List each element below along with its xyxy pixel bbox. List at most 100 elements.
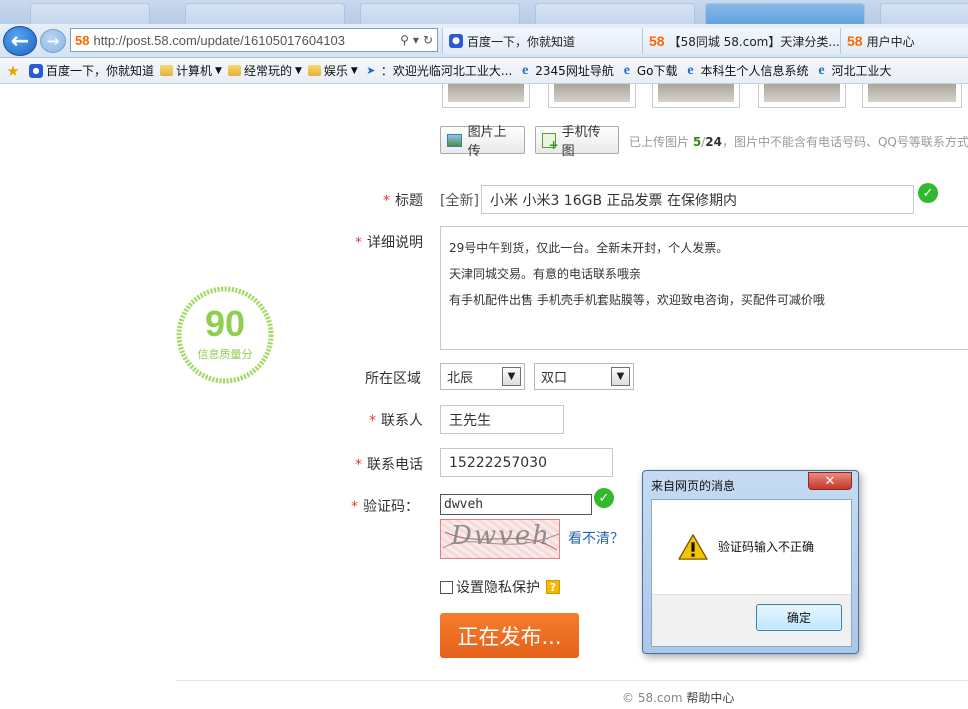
- dialog-title: 来自网页的消息: [651, 479, 736, 493]
- chevron-down-icon[interactable]: ▼: [611, 367, 630, 386]
- phone-add-icon: [542, 132, 558, 152]
- captcha-label-text: 验证码：: [363, 499, 419, 515]
- subarea-select[interactable]: 双口 ▼: [534, 363, 634, 390]
- background-tab[interactable]: [880, 3, 968, 24]
- search-icon[interactable]: ⚲: [400, 33, 409, 47]
- dropdown-caret-icon[interactable]: ▾: [413, 33, 419, 47]
- captcha-label: * 验证码：: [351, 496, 419, 516]
- phone-input[interactable]: 15222257030: [440, 448, 613, 477]
- upload-total: 24: [705, 135, 722, 149]
- favorite-folder[interactable]: 计算机 ▼: [160, 62, 222, 79]
- district-select[interactable]: 北辰 ▼: [440, 363, 525, 390]
- open-tab-label: 用户中心: [866, 34, 915, 49]
- description-line: 29号中午到货，仅此一台。全新未开封，个人发票。: [449, 241, 729, 255]
- folder-icon: [160, 65, 174, 76]
- ie-page-icon: e: [623, 62, 630, 78]
- upload-image-label: 图片上传: [467, 125, 507, 159]
- favorite-item[interactable]: e Go下载: [620, 62, 678, 79]
- help-center-link[interactable]: 帮助中心: [686, 691, 734, 705]
- captcha-image[interactable]: Dwveh: [440, 519, 560, 559]
- back-button[interactable]: ←: [3, 26, 37, 56]
- chevron-down-icon: ▼: [215, 65, 222, 76]
- back-arrow-icon: ←: [10, 28, 30, 54]
- open-tab-label: 【58同城 58.com】天津分类...: [668, 34, 840, 49]
- dialog-body: 验证码输入不正确 确定: [651, 499, 852, 647]
- title-label-text: 标题: [395, 193, 423, 209]
- uploaded-photo-thumbnail[interactable]: [758, 84, 846, 108]
- baidu-paw-icon: ●: [449, 34, 463, 48]
- folder-icon: [227, 65, 241, 76]
- favorite-item[interactable]: e 2345网址导航: [518, 62, 614, 79]
- upload-hint-suffix: ，图片中不能含有电话号码、QQ号等联系方式: [721, 135, 968, 149]
- favorite-label: 2345网址导航: [535, 64, 614, 78]
- uploaded-photo-thumbnail[interactable]: [548, 84, 636, 108]
- favorite-item[interactable]: e 河北工业大: [815, 62, 891, 79]
- required-asterisk: *: [383, 193, 390, 209]
- open-tab-58-tianjin[interactable]: 58 【58同城 58.com】天津分类...: [642, 28, 840, 54]
- contact-label: * 联系人: [369, 410, 423, 430]
- upload-image-button[interactable]: 图片上传: [440, 125, 525, 159]
- help-question-icon[interactable]: ?: [546, 580, 560, 594]
- captcha-noise-lines: [442, 531, 559, 551]
- active-tab[interactable]: [705, 3, 865, 24]
- contact-input[interactable]: 王先生: [440, 405, 564, 434]
- baidu-paw-icon: ●: [29, 63, 43, 78]
- close-button[interactable]: ✕: [808, 472, 852, 490]
- uploaded-photo-thumbnail[interactable]: [652, 84, 740, 108]
- forward-arrow-icon: →: [46, 32, 60, 50]
- required-asterisk: *: [351, 499, 358, 515]
- privacy-checkbox[interactable]: [440, 580, 453, 594]
- chevron-down-icon[interactable]: ▼: [502, 367, 521, 386]
- background-tab[interactable]: [30, 3, 150, 24]
- favorite-item[interactable]: e 本科生个人信息系统: [683, 62, 808, 79]
- description-label-text: 详细说明: [367, 235, 423, 251]
- open-tab-baidu[interactable]: ● 百度一下，你就知道: [442, 28, 642, 54]
- favorite-folder[interactable]: 经常玩的 ▼: [227, 62, 302, 79]
- title-label: * 标题: [383, 190, 423, 210]
- favorites-button[interactable]: ★: [6, 62, 23, 80]
- favorite-item[interactable]: ● 百度一下，你就知道: [29, 62, 154, 79]
- favorite-label: 百度一下，你就知道: [46, 64, 155, 78]
- forward-button[interactable]: →: [40, 29, 66, 53]
- footer: © 58.com 帮助中心: [622, 689, 734, 706]
- favorite-label: 本科生个人信息系统: [700, 64, 809, 78]
- area-label: 所在区域: [365, 371, 421, 387]
- open-tab-label: 百度一下，你就知道: [467, 34, 576, 49]
- favorite-folder[interactable]: 娱乐 ▼: [307, 62, 358, 79]
- open-tab-user-center[interactable]: 58 用户中心: [840, 28, 968, 54]
- privacy-label: 设置隐私保护: [456, 580, 540, 596]
- publish-button[interactable]: 正在发布...: [440, 613, 579, 658]
- background-tab[interactable]: [535, 3, 695, 24]
- favorite-label: 娱乐: [323, 64, 348, 78]
- background-tab[interactable]: [185, 3, 345, 24]
- favorite-label: 经常玩的: [243, 64, 292, 78]
- captcha-refresh-link[interactable]: 看不清？: [568, 528, 624, 548]
- uploaded-photo-thumbnail[interactable]: [442, 84, 530, 108]
- ok-button[interactable]: 确定: [756, 604, 842, 631]
- warning-icon: [678, 534, 708, 560]
- alert-dialog: 来自网页的消息 ✕ 验证码输入不正确 确定: [642, 470, 859, 654]
- address-bar[interactable]: 58 http://post.58.com/update/16105017604…: [70, 28, 438, 52]
- valid-check-icon: ✓: [594, 488, 614, 508]
- quality-score: 90: [204, 303, 246, 344]
- captcha-input[interactable]: dwveh: [440, 494, 592, 515]
- favorite-item[interactable]: ➤ ：欢迎光临河北工业大...: [364, 62, 512, 79]
- uploaded-photo-thumbnail[interactable]: [862, 84, 962, 108]
- address-url[interactable]: http://post.58.com/update/16105017604103: [93, 33, 400, 48]
- required-asterisk: *: [355, 457, 362, 473]
- privacy-option[interactable]: 设置隐私保护 ?: [440, 577, 560, 597]
- phone-label: * 联系电话: [355, 454, 423, 474]
- 58-logo-icon: 58: [847, 33, 863, 49]
- footer-divider: [176, 680, 968, 681]
- district-value: 北辰: [447, 371, 474, 386]
- description-textarea[interactable]: 29号中午到货，仅此一台。全新未开封，个人发票。 天津同城交易。有意的电话联系哦…: [440, 226, 968, 350]
- refresh-icon[interactable]: ↻: [423, 33, 433, 47]
- title-input[interactable]: 小米 小米3 16GB 正品发票 在保修期内: [481, 185, 914, 214]
- background-tab[interactable]: [360, 3, 520, 24]
- phone-upload-button[interactable]: 手机传图: [535, 125, 619, 159]
- navigation-bar: ← → 58 http://post.58.com/update/1610501…: [0, 24, 968, 58]
- dialog-message: 验证码输入不正确: [718, 540, 815, 554]
- description-line: 天津同城交易。有意的电话联系哦亲: [449, 267, 642, 281]
- image-icon: [447, 133, 462, 147]
- close-icon: ✕: [824, 473, 836, 489]
